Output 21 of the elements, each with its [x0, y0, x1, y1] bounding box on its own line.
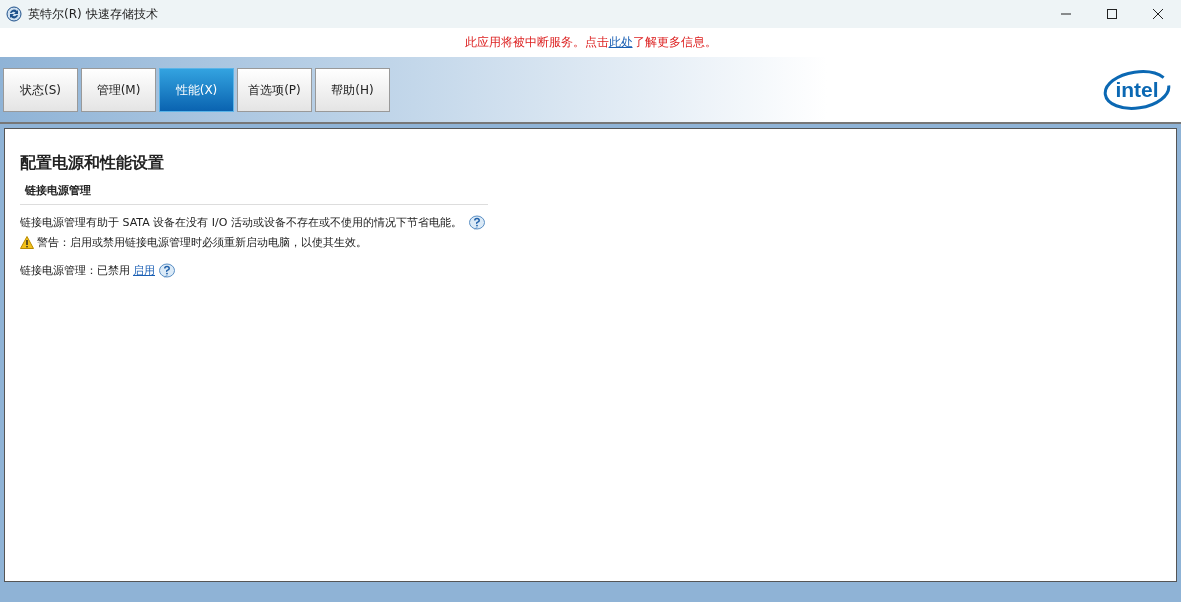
description-text: 链接电源管理有助于 SATA 设备在没有 I/O 活动或设备不存在或不使用的情况下节省电能。 [20, 214, 462, 231]
more-info-link[interactable]: 此处 [608, 34, 633, 49]
help-icon[interactable] [467, 214, 486, 232]
page-heading: 配置电源和性能设置 [20, 152, 165, 174]
tab[interactable]: 首选项(P) [237, 67, 312, 112]
warning-text: 警告：启用或禁用链接电源管理时必须重新启动电脑，以使其生效。 [37, 234, 367, 251]
warning-icon [20, 236, 34, 250]
tab[interactable]: 状态(S) [3, 67, 78, 112]
window-title: 英特尔(R) 快速存储技术 [28, 6, 159, 23]
close-icon [1152, 8, 1164, 20]
service-notice: 此应用将被中断服务。点击此处了解更多信息。 [464, 33, 717, 51]
tab[interactable]: 管理(M) [81, 67, 156, 112]
enable-link[interactable]: 启用 [133, 263, 155, 280]
tab[interactable]: 性能(X) [159, 67, 234, 112]
maximize-icon [1106, 8, 1118, 20]
intel-logo: intel [1102, 67, 1172, 112]
tab[interactable]: 帮助(H) [315, 67, 390, 112]
app-icon [6, 6, 22, 22]
status-text: 链接电源管理：已禁用 [20, 263, 130, 280]
help-icon[interactable] [158, 263, 176, 280]
section-heading: 链接电源管理 [20, 181, 488, 205]
